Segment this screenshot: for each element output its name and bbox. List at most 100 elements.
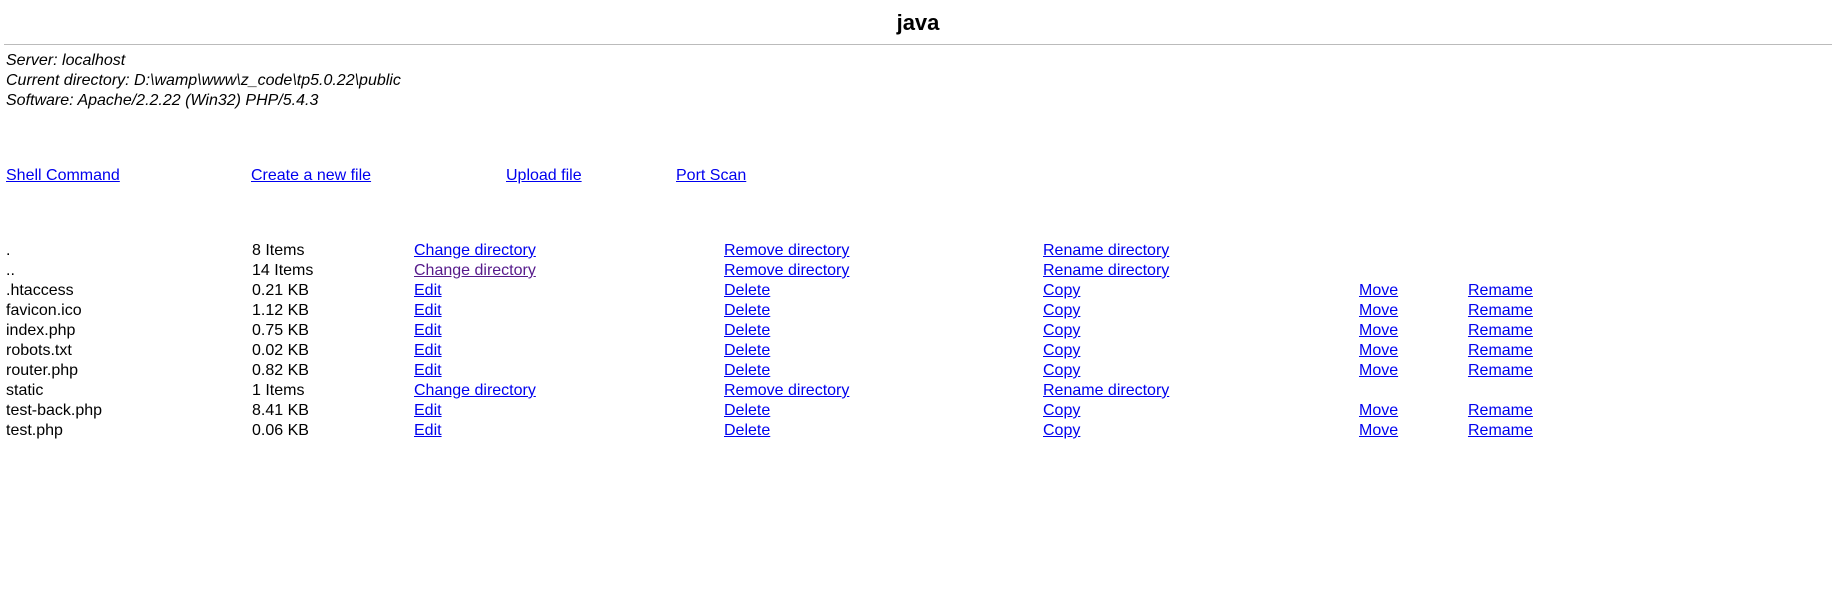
shell-command-link[interactable]: Shell Command [6, 167, 120, 184]
server-label: Server: [6, 52, 58, 69]
table-row: robots.txt0.02 KBEditDeleteCopyMoveRemam… [0, 341, 1836, 361]
edit-link[interactable]: Edit [414, 422, 442, 439]
move-link[interactable]: Move [1359, 342, 1398, 359]
action-cell [1468, 261, 1836, 281]
action-cell: Rename directory [1043, 381, 1359, 401]
rename-link[interactable]: Remame [1468, 402, 1533, 419]
action-cell: Move [1359, 281, 1468, 301]
rename-link[interactable]: Remame [1468, 362, 1533, 379]
action-cell: Remame [1468, 341, 1836, 361]
software-line: Software: Apache/2.2.22 (Win32) PHP/5.4.… [6, 91, 1830, 111]
server-value: localhost [62, 52, 125, 69]
delete-link[interactable]: Delete [724, 402, 770, 419]
copy-link[interactable]: Copy [1043, 322, 1080, 339]
cwd-value: D:\wamp\www\z_code\tp5.0.22\public [134, 72, 401, 89]
delete-link[interactable]: Delete [724, 322, 770, 339]
rename-link[interactable]: Remame [1468, 302, 1533, 319]
table-row: favicon.ico1.12 KBEdit Delete Copy Move Rema… [0, 301, 1836, 321]
rename-link[interactable]: Remame [1468, 282, 1533, 299]
table-row: test.php0.06 KBEdit Delete Copy Move Remame [0, 421, 1836, 441]
action-cell [1359, 381, 1468, 401]
file-name: index.php [0, 321, 252, 341]
table-row: static1 ItemsChange directoryRemove dire… [0, 381, 1836, 401]
file-name: . [0, 241, 252, 261]
edit-link[interactable]: Edit [414, 282, 442, 299]
copy-link[interactable]: Copy [1043, 402, 1080, 419]
delete-link[interactable]: Delete [724, 422, 770, 439]
action-cell: Edit [414, 361, 724, 381]
copy-link[interactable]: Copy [1043, 362, 1080, 379]
action-cell: Change directory [414, 381, 724, 401]
file-name: .. [0, 261, 252, 281]
action-cell: Delete [724, 321, 1043, 341]
remove-directory-link[interactable]: Remove directory [724, 242, 849, 259]
copy-link[interactable]: Copy [1043, 302, 1080, 319]
delete-link[interactable]: Delete [724, 282, 770, 299]
move-link[interactable]: Move [1359, 362, 1398, 379]
action-cell: Move [1359, 301, 1468, 321]
software-label: Software: [6, 92, 74, 109]
action-cell: Copy [1043, 361, 1359, 381]
delete-link[interactable]: Delete [724, 362, 770, 379]
action-cell: Remame [1468, 301, 1836, 321]
create-file-link[interactable]: Create a new file [251, 167, 371, 184]
action-cell: Remove directory [724, 381, 1043, 401]
upload-file-link[interactable]: Upload file [506, 167, 582, 184]
action-cell: Copy [1043, 401, 1359, 421]
delete-link[interactable]: Delete [724, 342, 770, 359]
action-cell: Copy [1043, 281, 1359, 301]
action-cell: Remame [1468, 421, 1836, 441]
rename-link[interactable]: Remame [1468, 342, 1533, 359]
action-cell: Delete [724, 281, 1043, 301]
copy-link[interactable]: Copy [1043, 342, 1080, 359]
action-cell: Edit [414, 321, 724, 341]
change-directory-link[interactable]: Change directory [414, 242, 536, 259]
delete-link[interactable]: Delete [724, 302, 770, 319]
move-link[interactable]: Move [1359, 302, 1398, 319]
file-size: 0.06 KB [252, 421, 414, 441]
file-size: 1 Items [252, 381, 414, 401]
rename-directory-link[interactable]: Rename directory [1043, 382, 1169, 399]
edit-link[interactable]: Edit [414, 302, 442, 319]
edit-link[interactable]: Edit [414, 342, 442, 359]
action-cell: Move [1359, 321, 1468, 341]
file-size: 0.02 KB [252, 341, 414, 361]
action-cell [1359, 261, 1468, 281]
move-link[interactable]: Move [1359, 402, 1398, 419]
action-cell: Delete [724, 301, 1043, 321]
server-line: Server: localhost [6, 51, 1830, 71]
edit-link[interactable]: Edit [414, 402, 442, 419]
edit-link[interactable]: Edit [414, 362, 442, 379]
action-cell: Edit [414, 281, 724, 301]
copy-link[interactable]: Copy [1043, 282, 1080, 299]
move-link[interactable]: Move [1359, 422, 1398, 439]
file-size: 1.12 KB [252, 301, 414, 321]
file-size: 0.75 KB [252, 321, 414, 341]
rename-directory-link[interactable]: Rename directory [1043, 242, 1169, 259]
port-scan-link[interactable]: Port Scan [676, 167, 746, 184]
change-directory-link[interactable]: Change directory [414, 382, 536, 399]
rename-link[interactable]: Remame [1468, 322, 1533, 339]
top-divider [4, 44, 1832, 45]
remove-directory-link[interactable]: Remove directory [724, 262, 849, 279]
software-value: Apache/2.2.22 (Win32) PHP/5.4.3 [77, 92, 318, 109]
action-cell: Edit [414, 341, 724, 361]
action-cell [1359, 241, 1468, 261]
table-row: router.php0.82 KBEditDeleteCopyMoveRemam… [0, 361, 1836, 381]
rename-link[interactable]: Remame [1468, 422, 1533, 439]
move-link[interactable]: Move [1359, 322, 1398, 339]
action-cell: Copy [1043, 341, 1359, 361]
cwd-line: Current directory: D:\wamp\www\z_code\tp… [6, 71, 1830, 91]
edit-link[interactable]: Edit [414, 322, 442, 339]
copy-link[interactable]: Copy [1043, 422, 1080, 439]
server-info-block: Server: localhost Current directory: D:\… [0, 51, 1836, 111]
action-cell: Change directory [414, 241, 724, 261]
action-cell: Remove directory [724, 241, 1043, 261]
cwd-label: Current directory: [6, 72, 130, 89]
change-directory-link[interactable]: Change directory [414, 262, 536, 279]
file-name: test.php [0, 421, 252, 441]
remove-directory-link[interactable]: Remove directory [724, 382, 849, 399]
rename-directory-link[interactable]: Rename directory [1043, 262, 1169, 279]
file-name: favicon.ico [0, 301, 252, 321]
move-link[interactable]: Move [1359, 282, 1398, 299]
